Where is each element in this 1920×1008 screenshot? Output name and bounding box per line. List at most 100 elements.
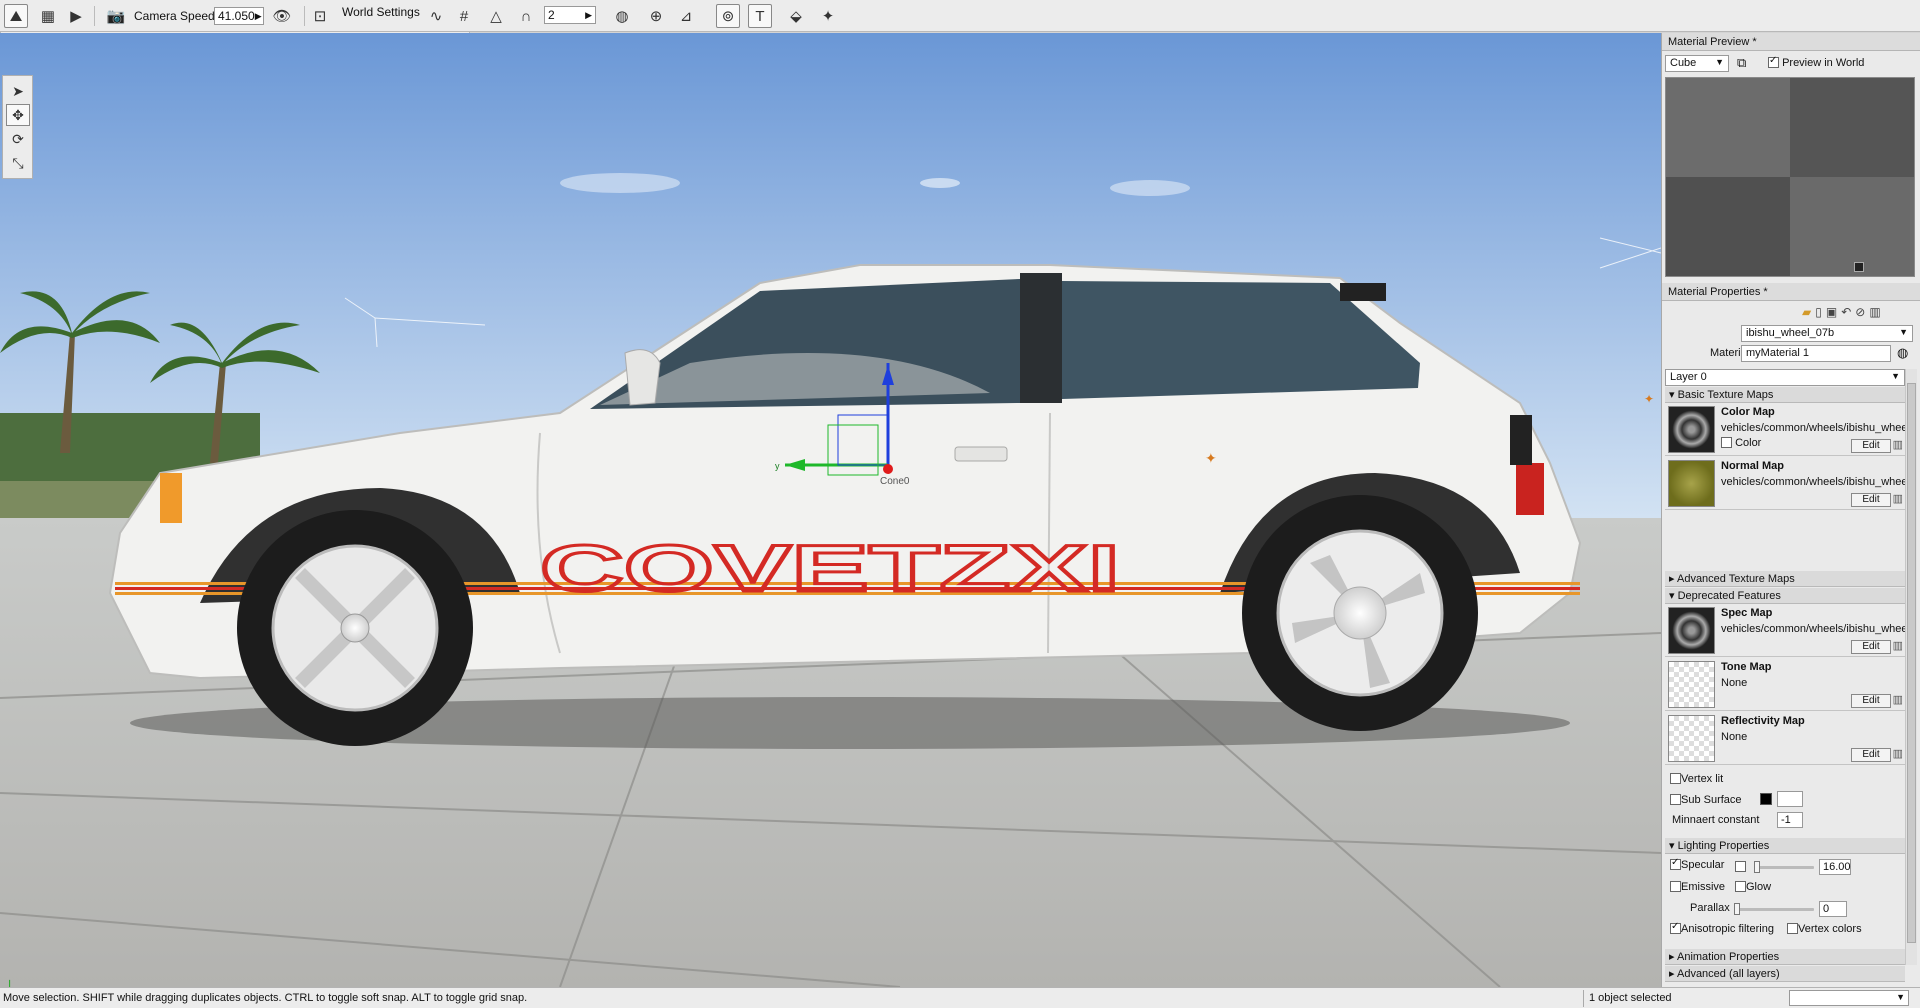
section-advanced-all-layers[interactable]: ▸ Advanced (all layers) [1665, 966, 1905, 982]
anisotropic-toggle[interactable]: Anisotropic filtering [1670, 921, 1774, 935]
material-set-select[interactable]: ibishu_wheel_07b ▼ [1741, 325, 1913, 342]
trash-icon[interactable]: ▥ [1893, 693, 1903, 706]
rotate-tool-icon[interactable]: ⟳ [6, 128, 30, 150]
slider-handle[interactable] [1734, 903, 1740, 915]
reflectivity-map-edit-button[interactable]: Edit [1851, 748, 1891, 762]
play-icon[interactable]: ▶ [64, 4, 88, 28]
grid-size-input[interactable]: 2 ▶ [544, 6, 596, 24]
specular-toggle[interactable]: Specular [1670, 857, 1725, 871]
reflectivity-map-thumbnail[interactable] [1668, 715, 1715, 762]
glow-toggle[interactable]: Glow [1735, 881, 1771, 893]
trash-icon[interactable]: ▥ [1893, 639, 1903, 652]
3d-viewport[interactable]: Cone0 y COVETZXI ✦ ✦ ⌊ [0, 33, 1661, 987]
preview-shape-select[interactable]: Cube ▼ [1665, 55, 1729, 72]
color-map-slot: Color Map vehicles/common/wheels/ibishu_… [1665, 404, 1905, 456]
clear-icon[interactable]: ⊘ [1855, 305, 1869, 319]
new-file-icon[interactable]: ▯ [1815, 305, 1826, 319]
light-marker-icon[interactable]: ✦ [1205, 450, 1217, 466]
snap-icon[interactable]: ∿ [424, 4, 448, 28]
spec-map-thumbnail[interactable] [1668, 607, 1715, 654]
section-label: Deprecated Features [1677, 590, 1781, 602]
color-map-edit-button[interactable]: Edit [1851, 439, 1891, 453]
world-settings-button[interactable]: World Settings [342, 5, 420, 19]
layout-icon[interactable]: ▦ [36, 4, 60, 28]
text-tool-icon[interactable]: T [748, 4, 772, 28]
object-box-icon[interactable]: ⬙ [784, 4, 808, 28]
save-icon[interactable]: ▣ [1826, 305, 1841, 319]
terrain-snap-icon[interactable]: △ [484, 4, 508, 28]
chevron-right-icon[interactable]: ▶ [255, 11, 262, 22]
slider-handle[interactable] [1754, 861, 1760, 873]
specular-checkbox[interactable] [1670, 857, 1681, 870]
revert-icon[interactable]: ↶ [1841, 305, 1855, 319]
parallax-slider[interactable] [1734, 903, 1814, 915]
normal-map-edit-button[interactable]: Edit [1851, 493, 1891, 507]
emissive-toggle[interactable]: Emissive [1670, 881, 1725, 893]
tone-map-thumbnail[interactable] [1668, 661, 1715, 708]
cloud [560, 173, 680, 193]
section-advanced-texture-maps[interactable]: ▸ Advanced Texture Maps [1665, 571, 1905, 587]
specular-color-checkbox[interactable] [1735, 861, 1746, 872]
preview-in-world-toggle[interactable]: Preview in World [1768, 55, 1864, 69]
vertex-colors-toggle[interactable]: Vertex colors [1787, 923, 1862, 935]
trash-icon[interactable]: ▥ [1893, 492, 1903, 505]
section-animation-properties[interactable]: ▸ Animation Properties [1665, 949, 1905, 965]
globe-icon[interactable]: ◍ [1897, 345, 1908, 361]
scale-tool-icon[interactable]: ⤡ [6, 152, 30, 174]
trash-icon[interactable]: ▥ [1893, 438, 1903, 451]
material-name-input[interactable]: myMaterial 1 [1741, 345, 1891, 362]
open-folder-icon[interactable]: ▰ [1802, 305, 1815, 319]
material-preview-viewport[interactable] [1665, 77, 1915, 277]
sub-surface-value-input[interactable] [1777, 791, 1803, 807]
scrollbar-thumb[interactable] [1907, 383, 1916, 943]
tone-map-edit-button[interactable]: Edit [1851, 694, 1891, 708]
magnet-icon[interactable]: ∩ [514, 4, 538, 28]
grid-icon[interactable]: # [452, 4, 476, 28]
sub-surface-toggle[interactable]: Sub Surface [1670, 794, 1742, 806]
properties-scrollbar[interactable] [1905, 369, 1917, 965]
emissive-checkbox[interactable] [1670, 881, 1681, 892]
camera-icon[interactable]: 📷 [104, 4, 128, 28]
delete-icon[interactable]: ▥ [1869, 305, 1884, 319]
screenshot-icon[interactable]: ⊡ [308, 4, 332, 28]
parallax-value-input[interactable]: 0 [1819, 901, 1847, 917]
specular-value-input[interactable]: 16.00 [1819, 859, 1851, 875]
section-lighting-properties[interactable]: ▾ Lighting Properties [1665, 838, 1905, 854]
sub-surface-checkbox[interactable] [1670, 794, 1681, 805]
crosshair-icon[interactable]: ⊕ [644, 4, 668, 28]
forest-icon[interactable]: ✦ [816, 4, 840, 28]
select-object-icon[interactable]: ⊚ [716, 4, 740, 28]
color-map-name: Color Map [1721, 406, 1775, 418]
select-arrow-icon[interactable]: ➤ [6, 80, 30, 102]
glow-checkbox[interactable] [1735, 881, 1746, 892]
color-map-thumbnail[interactable] [1668, 406, 1715, 453]
vertex-colors-checkbox[interactable] [1787, 923, 1798, 934]
color-checkbox[interactable] [1721, 437, 1732, 448]
measure-icon[interactable]: ⊿ [674, 4, 698, 28]
layer-select[interactable]: Layer 0 ▼ [1665, 369, 1905, 386]
terrain-editor-icon[interactable]: ⛰ [4, 4, 28, 28]
move-tool-icon[interactable]: ✥ [6, 104, 30, 126]
color-toggle[interactable]: Color [1721, 437, 1761, 449]
preview-options-icon[interactable]: ⧉ [1737, 55, 1746, 71]
minnaert-input[interactable]: -1 [1777, 812, 1803, 828]
specular-slider[interactable] [1754, 861, 1814, 873]
normal-map-thumbnail[interactable] [1668, 460, 1715, 507]
visibility-eye-icon[interactable]: 👁 [270, 4, 294, 28]
spec-map-edit-button[interactable]: Edit [1851, 640, 1891, 654]
spec-map-path: vehicles/common/wheels/ibishu_wheel_07b [1721, 623, 1905, 635]
anisotropic-checkbox[interactable] [1670, 921, 1681, 934]
preview-in-world-checkbox[interactable] [1768, 55, 1779, 68]
camera-speed-input[interactable]: 41.050 ▶ [214, 7, 264, 25]
status-combo-select[interactable]: ▼ [1789, 990, 1909, 1006]
vertex-lit-toggle[interactable]: Vertex lit [1670, 773, 1723, 785]
vertex-lit-checkbox[interactable] [1670, 773, 1681, 784]
section-deprecated-features[interactable]: ▾ Deprecated Features [1665, 588, 1905, 604]
trash-icon[interactable]: ▥ [1893, 747, 1903, 760]
lighting-icon[interactable]: ◍ [610, 4, 634, 28]
section-basic-texture-maps[interactable]: ▾ Basic Texture Maps [1665, 387, 1905, 403]
chevron-right-icon[interactable]: ▶ [585, 10, 592, 21]
specular-label: Specular [1681, 859, 1725, 871]
sub-surface-color-swatch[interactable] [1760, 793, 1772, 805]
light-marker-icon[interactable]: ✦ [1644, 392, 1654, 406]
